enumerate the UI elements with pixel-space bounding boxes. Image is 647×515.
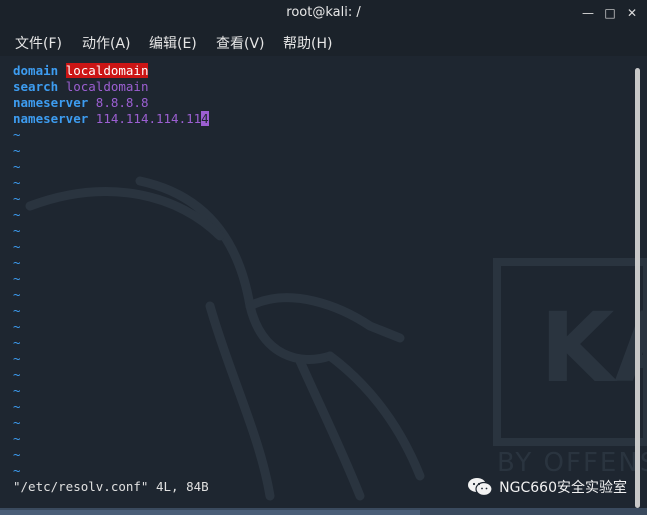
empty-line-tilde: ~: [13, 367, 21, 382]
empty-line-tilde: ~: [13, 447, 21, 462]
scrollbar[interactable]: [635, 68, 640, 508]
menu-view[interactable]: 查看(V): [216, 33, 265, 53]
empty-line-tilde: ~: [13, 255, 21, 270]
window-title: root@kali: /: [286, 5, 361, 20]
empty-line-tilde: ~: [13, 143, 21, 158]
kali-tagline: BY OFFENS: [497, 448, 647, 478]
empty-line-tilde: ~: [13, 399, 21, 414]
empty-line-tilde: ~: [13, 127, 21, 142]
menu-action[interactable]: 动作(A): [82, 33, 131, 53]
line-value-highlighted: localdomain: [65, 63, 149, 78]
maximize-icon[interactable]: □: [600, 3, 620, 23]
vim-status-line: "/etc/resolv.conf" 4L, 84B: [13, 479, 209, 494]
line-keyword: nameserver: [13, 111, 89, 126]
empty-line-tilde: ~: [13, 175, 21, 190]
empty-line-tilde: ~: [13, 207, 21, 222]
line-value: 114.114.114.11: [95, 111, 202, 126]
empty-line-tilde: ~: [13, 319, 21, 334]
empty-line-tilde: ~: [13, 431, 21, 446]
title-bar: root@kali: / — □ ✕: [0, 0, 647, 26]
empty-line-tilde: ~: [13, 351, 21, 366]
empty-line-tilde: ~: [13, 463, 21, 478]
menu-file[interactable]: 文件(F): [15, 33, 62, 53]
terminal-area[interactable]: KA BY OFFENS domain localdomain search l…: [0, 56, 647, 508]
menu-edit[interactable]: 编辑(E): [149, 33, 197, 53]
watermark: NGC660安全实验室: [467, 477, 627, 497]
empty-line-tilde: ~: [13, 239, 21, 254]
menu-help[interactable]: 帮助(H): [283, 33, 332, 53]
menu-bar: 文件(F) 动作(A) 编辑(E) 查看(V) 帮助(H): [0, 26, 647, 56]
taskbar-accent: [0, 510, 420, 515]
empty-line-tilde: ~: [13, 271, 21, 286]
empty-line-tilde: ~: [13, 159, 21, 174]
line-keyword: domain: [13, 63, 59, 78]
line-keyword: nameserver: [13, 95, 89, 110]
empty-line-tilde: ~: [13, 191, 21, 206]
empty-line-tilde: ~: [13, 303, 21, 318]
line-value: 8.8.8.8: [95, 95, 149, 110]
empty-line-tilde: ~: [13, 287, 21, 302]
watermark-text: NGC660安全实验室: [499, 480, 627, 496]
empty-line-tilde: ~: [13, 383, 21, 398]
close-icon[interactable]: ✕: [622, 3, 642, 23]
minimize-icon[interactable]: —: [578, 3, 598, 23]
line-value: localdomain: [65, 79, 149, 94]
empty-line-tilde: ~: [13, 415, 21, 430]
editor-line: domain localdomain: [13, 63, 149, 79]
empty-line-tilde: ~: [13, 223, 21, 238]
text-cursor: 4: [201, 111, 209, 126]
empty-line-tilde: ~: [13, 335, 21, 350]
line-keyword: search: [13, 79, 59, 94]
editor-line: search localdomain: [13, 79, 148, 95]
kali-logo-letters: KA: [540, 292, 647, 404]
wechat-icon: [468, 478, 493, 497]
editor-line: nameserver 8.8.8.8: [13, 95, 148, 111]
editor-line: nameserver 114.114.114.114: [13, 111, 209, 127]
